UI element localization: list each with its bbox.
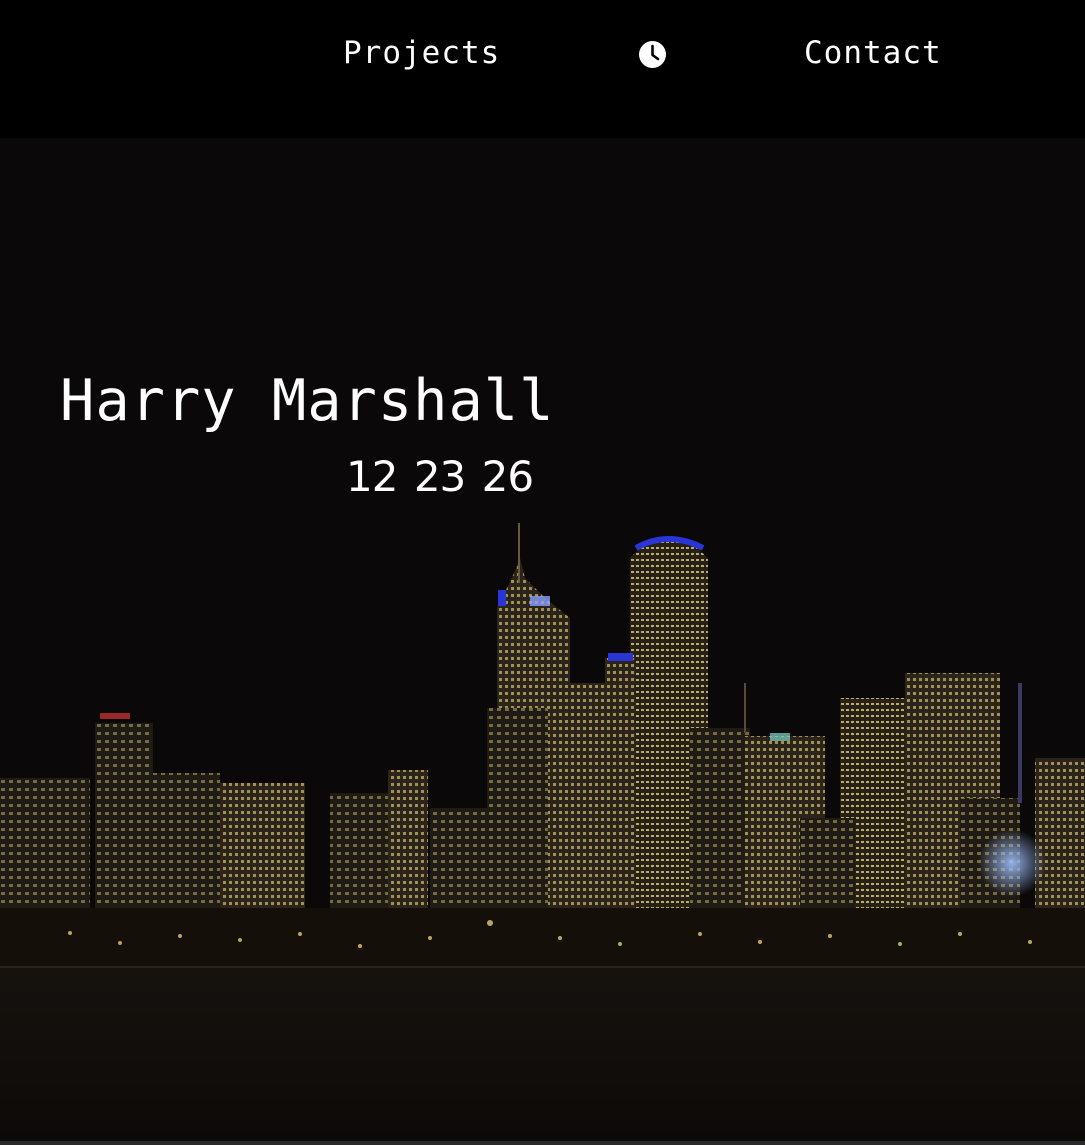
nav-projects-link[interactable]: Projects [343,30,500,76]
city-skyline-background [0,138,1085,1145]
countdown-timer: 12 23 26 [346,451,537,503]
countdown-minutes: 23 [413,452,466,501]
countdown-hours: 12 [346,452,398,501]
page-bottom-edge [0,1141,1085,1145]
hero-name: Harry Marshall [60,368,555,434]
nav-contact-link[interactable]: Contact [804,30,942,76]
countdown-seconds: 26 [481,452,534,501]
clock-icon[interactable] [638,40,667,69]
hero-section: Harry Marshall 12 23 26 [0,138,1085,1145]
top-navigation-bar: Projects Contact [0,0,1085,138]
